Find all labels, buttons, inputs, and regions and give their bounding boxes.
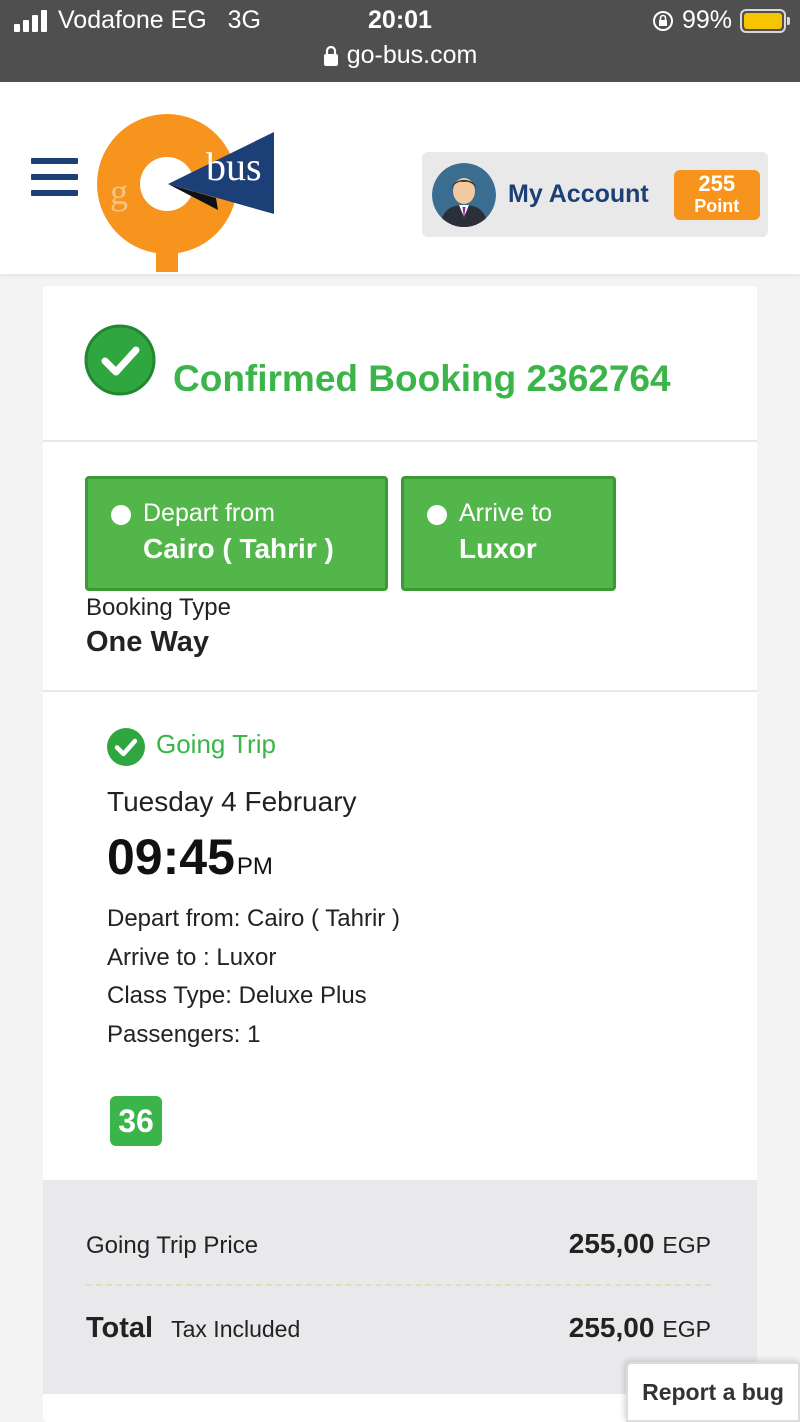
points-value: 255 <box>698 170 736 196</box>
booking-type-label: Booking Type <box>86 594 231 621</box>
total-label: Total <box>86 1312 154 1344</box>
my-account-button[interactable]: My Account 255 Point <box>422 152 768 237</box>
depart-from-box: Depart from Cairo ( Tahrir ) <box>85 476 388 591</box>
booking-card: Confirmed Booking 2362764 Depart from Ca… <box>43 286 757 1422</box>
battery-icon <box>740 8 790 33</box>
url-text: go-bus.com <box>346 41 478 69</box>
currency-label: EGP <box>662 1232 711 1258</box>
check-circle-icon <box>84 324 156 396</box>
tax-included-label: Tax Included <box>171 1316 301 1342</box>
logo-bus: bus <box>206 144 262 189</box>
total-value: 255,00 EGP <box>569 1312 711 1344</box>
total-row: Total Tax Included 255,00 EGP <box>86 1312 711 1345</box>
trip-time-value: 09:45 <box>107 829 235 885</box>
detail-class: Class Type: Deluxe Plus <box>107 982 367 1009</box>
arrive-label: Arrive to <box>459 499 553 527</box>
total-label-group: Total Tax Included <box>86 1312 300 1345</box>
rotation-lock-icon <box>652 10 673 31</box>
battery-percent: 99% <box>681 6 732 34</box>
arrive-to-box: Arrive to Luxor <box>401 476 616 591</box>
trip-date: Tuesday 4 February <box>107 786 357 817</box>
going-trip-section: Going Trip Tuesday 4 February 09:45PM De… <box>43 694 757 1180</box>
trip-details: Depart from: Cairo ( Tahrir ) Arrive to … <box>107 900 407 1054</box>
check-circle-icon <box>107 728 145 766</box>
my-account-label: My Account <box>508 180 649 208</box>
total-amount: 255,00 <box>568 1312 655 1343</box>
points-unit: Point <box>694 195 740 216</box>
going-price-value: 255,00 EGP <box>569 1228 711 1260</box>
detail-arrive: Arrive to : Luxor <box>107 943 277 971</box>
status-right: 99% <box>652 6 790 35</box>
going-trip-title: Going Trip <box>156 729 276 759</box>
going-price-row: Going Trip Price 255,00 EGP <box>86 1228 711 1260</box>
trip-time: 09:45PM <box>107 828 273 886</box>
status-bar: Vodafone EG 3G 20:01 99% go-bus.com <box>0 0 800 82</box>
site-header: g bus My Account 255 Point <box>0 82 800 274</box>
booking-type-value: One Way <box>86 626 210 658</box>
go-bus-logo[interactable]: g bus <box>96 112 274 277</box>
divider <box>86 1284 711 1286</box>
url-bar[interactable]: go-bus.com <box>0 41 800 70</box>
depart-label: Depart from <box>143 499 275 527</box>
trip-time-ampm: PM <box>236 853 273 880</box>
confirmed-booking-title: Confirmed Booking 2362764 <box>173 358 671 399</box>
lock-icon <box>323 45 338 66</box>
report-bug-button[interactable]: Report a bug <box>626 1362 800 1422</box>
confirmation-section: Confirmed Booking 2362764 <box>43 286 757 442</box>
detail-passengers: Passengers: 1 <box>107 1020 261 1048</box>
route-section: Depart from Cairo ( Tahrir ) Arrive to L… <box>43 444 757 692</box>
seat-number-badge: 36 <box>110 1096 162 1146</box>
dot-icon <box>427 505 447 525</box>
depart-value: Cairo ( Tahrir ) <box>143 533 334 564</box>
points-badge: 255 Point <box>673 169 760 220</box>
arrive-value: Luxor <box>459 533 537 564</box>
detail-depart: Depart from: Cairo ( Tahrir ) <box>107 905 400 932</box>
avatar <box>432 162 496 227</box>
currency-label: EGP <box>662 1316 711 1342</box>
dot-icon <box>111 505 131 525</box>
menu-icon[interactable] <box>31 158 78 198</box>
logo-g: g <box>110 172 128 212</box>
going-price-label: Going Trip Price <box>86 1232 259 1259</box>
going-price-amount: 255,00 <box>568 1228 655 1259</box>
